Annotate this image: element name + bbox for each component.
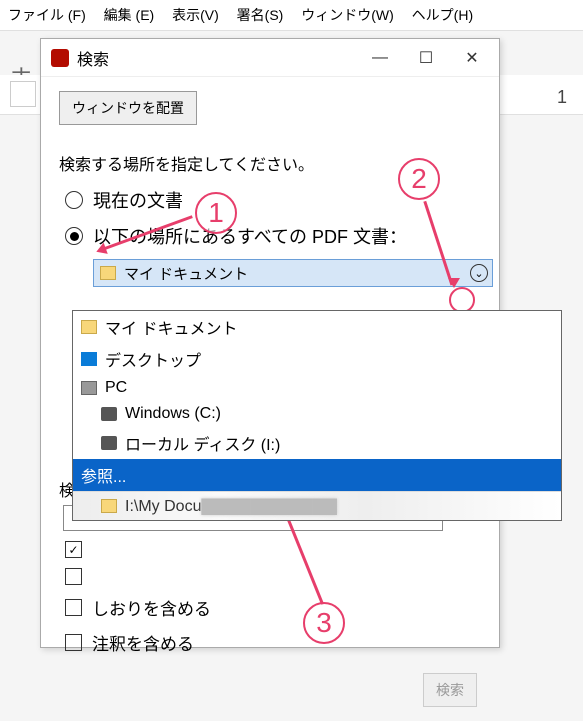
checkbox-bookmark-label: しおりを含める xyxy=(92,595,211,620)
checkbox-icon xyxy=(65,599,82,616)
location-combobox[interactable]: マイ ドキュメント ⌄ xyxy=(93,259,493,287)
pc-icon xyxy=(81,381,97,395)
menu-window[interactable]: ウィンドウ(W) xyxy=(301,7,394,23)
checkbox-annot-label: 注釈を含める xyxy=(92,630,194,655)
item-label: I:\My Docu▇▇▇▇▇▇▇▇▇▇▇ xyxy=(125,496,337,516)
checkbox-exact[interactable] xyxy=(65,541,481,558)
drive-icon xyxy=(101,407,117,421)
checkbox-icon xyxy=(65,634,82,651)
prompt-text: 検索する場所を指定してください。 xyxy=(59,151,481,175)
radio-all-pdf-in-location[interactable]: 以下の場所にあるすべての PDF 文書： xyxy=(65,223,481,249)
item-label: Windows (C:) xyxy=(125,405,221,423)
app-menu-bar: ファイル (F) 編集 (E) 表示(V) 署名(S) ウィンドウ(W) ヘルプ… xyxy=(0,0,583,31)
menu-file[interactable]: ファイル (F) xyxy=(8,7,86,23)
checkbox-icon xyxy=(65,568,82,585)
combobox-value: マイ ドキュメント xyxy=(124,263,248,284)
checkbox-icon xyxy=(65,541,82,558)
location-dropdown-list: マイ ドキュメント デスクトップ PC Windows (C:) ローカル ディ… xyxy=(72,310,562,521)
dropdown-item-desktop[interactable]: デスクトップ xyxy=(73,343,561,375)
page-number: 1 xyxy=(557,87,567,108)
item-label: PC xyxy=(105,379,127,397)
radio-icon xyxy=(65,191,83,209)
item-label: 参照... xyxy=(81,463,126,487)
menu-edit[interactable]: 編集 (E) xyxy=(104,7,155,23)
radio-icon xyxy=(65,227,83,245)
checkbox-annot[interactable]: 注釈を含める xyxy=(65,630,481,655)
arrange-windows-button[interactable]: ウィンドウを配置 xyxy=(59,91,197,125)
desktop-icon xyxy=(81,352,97,366)
save-icon[interactable] xyxy=(10,81,36,107)
minimize-button[interactable]: ― xyxy=(357,39,403,77)
checkbox-bookmark[interactable]: しおりを含める xyxy=(65,595,481,620)
titlebar: 検索 ― ☐ ✕ xyxy=(41,39,499,77)
item-label: ローカル ディスク (I:) xyxy=(125,431,280,455)
close-button[interactable]: ✕ xyxy=(449,39,495,77)
dropdown-item-browse[interactable]: 参照... xyxy=(73,459,561,491)
radio-current-document[interactable]: 現在の文書 xyxy=(65,187,481,213)
menu-sign[interactable]: 署名(S) xyxy=(237,7,284,23)
menu-help[interactable]: ヘルプ(H) xyxy=(412,7,473,23)
dropdown-item-recent-path[interactable]: I:\My Docu▇▇▇▇▇▇▇▇▇▇▇ xyxy=(73,491,561,520)
maximize-button[interactable]: ☐ xyxy=(403,39,449,77)
item-label: マイ ドキュメント xyxy=(105,315,237,339)
folder-icon xyxy=(101,499,117,513)
acrobat-icon xyxy=(51,49,69,67)
window-title: 検索 xyxy=(77,46,357,70)
folder-icon xyxy=(81,320,97,334)
checkbox-case[interactable] xyxy=(65,568,481,585)
menu-view[interactable]: 表示(V) xyxy=(172,7,219,23)
dropdown-item-drive-c[interactable]: Windows (C:) xyxy=(73,401,561,427)
radio-current-label: 現在の文書 xyxy=(93,187,183,213)
drive-icon xyxy=(101,436,117,450)
dropdown-item-pc[interactable]: PC xyxy=(73,375,561,401)
search-button[interactable]: 検索 xyxy=(423,673,477,707)
folder-icon xyxy=(100,266,116,280)
chevron-down-icon[interactable]: ⌄ xyxy=(470,264,488,282)
dropdown-item-mydocuments[interactable]: マイ ドキュメント xyxy=(73,311,561,343)
item-label: デスクトップ xyxy=(105,347,201,371)
dropdown-item-drive-i[interactable]: ローカル ディスク (I:) xyxy=(73,427,561,459)
